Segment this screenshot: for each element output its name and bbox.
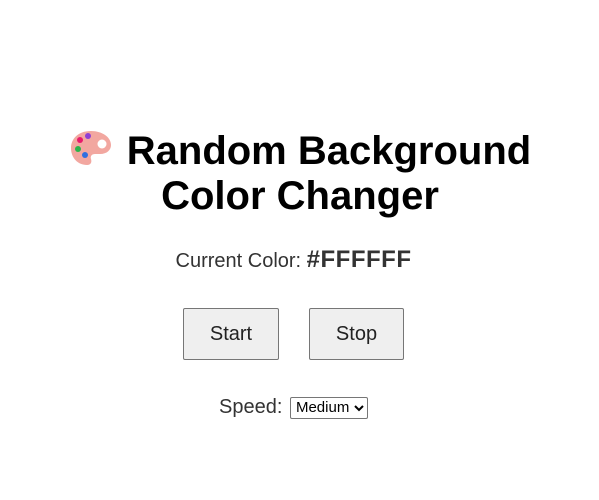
current-color-label: Current Color: xyxy=(175,250,302,272)
page-title: Random Background Color Changer xyxy=(60,128,540,219)
app-container: Random Background Color Changer Current … xyxy=(0,0,599,500)
current-color-value: #FFFFFF xyxy=(306,246,412,273)
speed-select[interactable]: Medium xyxy=(289,396,368,419)
palette-icon xyxy=(70,131,111,165)
title-text: Random Background Color Changer xyxy=(126,129,532,218)
current-color-display: Current Color: #FFFFFF xyxy=(0,246,587,274)
speed-label: Speed: xyxy=(219,396,283,418)
speed-control: Speed: Medium xyxy=(0,396,587,419)
start-button[interactable]: Start xyxy=(183,308,279,360)
stop-button[interactable]: Stop xyxy=(309,308,404,360)
